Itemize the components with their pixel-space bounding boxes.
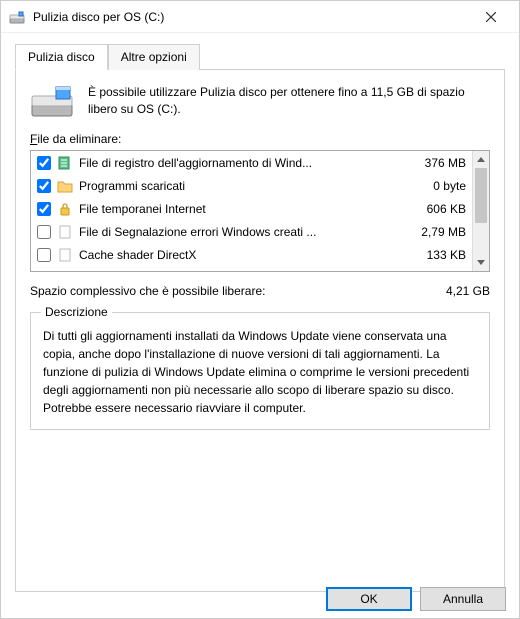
file-size: 2,79 MB xyxy=(396,225,466,239)
close-button[interactable] xyxy=(471,3,511,31)
description-body: Di tutti gli aggiornamenti installati da… xyxy=(43,327,477,417)
cancel-button[interactable]: Annulla xyxy=(420,587,506,611)
scroll-track[interactable] xyxy=(473,168,489,254)
list-item[interactable]: File temporanei Internet 606 KB xyxy=(31,197,472,220)
file-name: Cache shader DirectX xyxy=(79,248,390,262)
tab-cleanup[interactable]: Pulizia disco xyxy=(15,44,108,70)
file-size: 606 KB xyxy=(396,202,466,216)
tab-strip: Pulizia disco Altre opzioni xyxy=(15,43,505,70)
tab-panel: È possibile utilizzare Pulizia disco per… xyxy=(15,70,505,592)
file-checkbox[interactable] xyxy=(37,156,51,170)
folder-icon xyxy=(57,178,73,194)
titlebar: Pulizia disco per OS (C:) xyxy=(1,1,519,33)
file-name: Programmi scaricati xyxy=(79,179,390,193)
file-name: File temporanei Internet xyxy=(79,202,390,216)
lock-icon xyxy=(57,201,73,217)
scroll-down-button[interactable] xyxy=(473,254,489,271)
tab-more-options[interactable]: Altre opzioni xyxy=(108,44,200,70)
list-item[interactable]: Programmi scaricati 0 byte xyxy=(31,174,472,197)
file-name: File di registro dell'aggiornamento di W… xyxy=(79,156,390,170)
file-name: File di Segnalazione errori Windows crea… xyxy=(79,225,390,239)
list-item[interactable]: File di registro dell'aggiornamento di W… xyxy=(31,151,472,174)
files-label: File da eliminare: xyxy=(30,132,490,146)
dialog-buttons: OK Annulla xyxy=(326,587,506,611)
intro-row: È possibile utilizzare Pulizia disco per… xyxy=(30,84,490,120)
scrollbar[interactable] xyxy=(472,151,489,271)
file-size: 376 MB xyxy=(396,156,466,170)
log-icon xyxy=(57,155,73,171)
drive-icon xyxy=(30,84,74,120)
list-item[interactable]: File di Segnalazione errori Windows crea… xyxy=(31,220,472,243)
scroll-up-button[interactable] xyxy=(473,151,489,168)
file-checkbox[interactable] xyxy=(37,179,51,193)
file-checkbox[interactable] xyxy=(37,202,51,216)
file-checkbox[interactable] xyxy=(37,225,51,239)
description-title: Descrizione xyxy=(41,305,112,319)
blank-icon xyxy=(57,247,73,263)
file-size: 133 KB xyxy=(396,248,466,262)
drive-cleanup-icon xyxy=(9,9,25,25)
scroll-thumb[interactable] xyxy=(475,168,487,223)
blank-icon xyxy=(57,224,73,240)
description-group: Descrizione Di tutti gli aggiornamenti i… xyxy=(30,312,490,430)
total-label: Spazio complessivo che è possibile liber… xyxy=(30,284,265,298)
file-checkbox[interactable] xyxy=(37,248,51,262)
total-value: 4,21 GB xyxy=(446,284,490,298)
window-title: Pulizia disco per OS (C:) xyxy=(33,10,471,24)
total-row: Spazio complessivo che è possibile liber… xyxy=(30,284,490,298)
list-item[interactable]: Cache shader DirectX 133 KB xyxy=(31,243,472,266)
intro-text: È possibile utilizzare Pulizia disco per… xyxy=(88,84,490,120)
file-list: File di registro dell'aggiornamento di W… xyxy=(30,150,490,272)
file-size: 0 byte xyxy=(396,179,466,193)
ok-button[interactable]: OK xyxy=(326,587,412,611)
